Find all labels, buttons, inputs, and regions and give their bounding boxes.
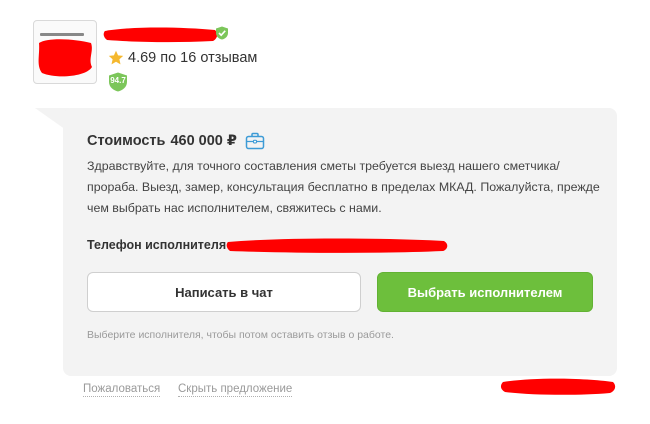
level-badge-value: 94.7 <box>110 76 126 85</box>
rating-value: 4.69 <box>128 50 157 66</box>
seller-name-redaction <box>103 27 218 43</box>
write-to-chat-button[interactable]: Написать в чат <box>87 272 361 312</box>
choose-executor-button[interactable]: Выбрать исполнителем <box>377 272 593 312</box>
executor-phone: Телефон исполнителя <box>87 236 448 254</box>
phone-label: Телефон исполнителя <box>87 238 227 252</box>
seller-logo[interactable] <box>33 20 97 84</box>
report-link[interactable]: Пожаловаться <box>83 383 161 397</box>
hide-offer-link[interactable]: Скрыть предложение <box>178 383 293 397</box>
choose-hint: Выберите исполнителя, чтобы потом остави… <box>87 329 394 341</box>
price-label: Стоимость <box>87 133 166 149</box>
logo-text-fragment <box>40 33 84 36</box>
offer-price: Стоимость 460 000 ₽ <box>87 132 265 150</box>
verified-shield-icon <box>216 26 228 40</box>
price-value: 460 000 ₽ <box>170 133 237 149</box>
star-icon <box>108 50 124 65</box>
level-badge-icon: 94.7 <box>108 72 128 92</box>
briefcase-icon[interactable] <box>245 132 265 150</box>
logo-redaction <box>38 39 92 77</box>
seller-rating: 4.69 по 16 отзывам <box>108 50 257 66</box>
bottom-redaction <box>500 378 616 395</box>
offer-message: Здравствуйте, для точного составления см… <box>87 159 600 215</box>
rating-review-count[interactable]: по 16 отзывам <box>160 50 257 66</box>
phone-redaction <box>226 238 448 253</box>
